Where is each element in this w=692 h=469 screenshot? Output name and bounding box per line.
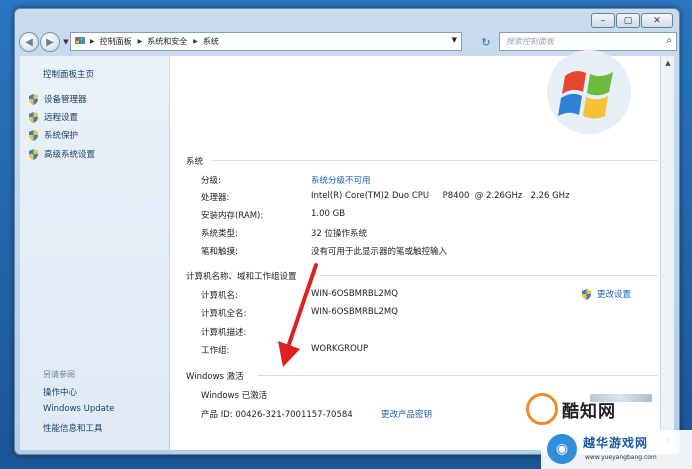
shield-icon [582, 288, 591, 300]
shield-icon [29, 148, 38, 160]
see-also-action-center[interactable]: 操作中心 [43, 386, 77, 398]
memory-value: 1.00 GB [311, 209, 346, 219]
scroll-up-icon[interactable]: ▲ [663, 59, 673, 69]
control-panel-icon [75, 36, 85, 47]
back-arrow-icon[interactable]: ◀ [19, 32, 39, 52]
breadcrumb-separator-icon: ▶ [137, 38, 143, 45]
watermark-badge-icon: ◉ [547, 434, 577, 464]
pen-touch-label: 笔和触摸: [201, 247, 238, 257]
sidebar-item-system-protection[interactable]: 系统保护 [28, 129, 78, 141]
shield-icon [29, 111, 38, 123]
full-computer-name-value: WIN-6OSBMRBL2MQ [311, 307, 398, 317]
computer-name-label: 计算机名: [201, 291, 238, 301]
breadcrumb-separator-icon: ▶ [193, 38, 198, 45]
change-product-key-link[interactable]: 更改产品密钥 [381, 408, 432, 420]
system-content-pane: 系统 分级: 系统分级不可用 处理器: Intel(R) Core(TM)2 D… [170, 50, 660, 450]
see-also-performance-tools[interactable]: 性能信息和工具 [43, 422, 103, 434]
breadcrumb-control-panel[interactable]: 控制面板 [100, 36, 132, 47]
forward-arrow-icon[interactable]: ▶ [40, 32, 60, 52]
breadcrumb-separator-icon: ▶ [90, 38, 95, 45]
rating-label: 分级: [201, 176, 221, 186]
shield-icon [29, 129, 38, 141]
divider [212, 160, 658, 161]
windows-logo-icon [547, 50, 631, 134]
memory-label: 安装内存(RAM): [201, 211, 264, 221]
caption-buttons: – ▢ ✕ [591, 13, 673, 28]
watermark-ring-icon [526, 393, 558, 425]
refresh-icon[interactable]: ↻ [477, 33, 495, 51]
minimize-button[interactable]: – [591, 13, 615, 28]
workgroup-label: 工作组: [201, 346, 230, 356]
control-panel-home-link[interactable]: 控制面板主页 [43, 68, 94, 80]
full-computer-name-label: 计算机全名: [201, 309, 247, 319]
divider [258, 375, 658, 376]
sidebar-item-remote-settings[interactable]: 远程设置 [28, 111, 78, 123]
shield-icon [29, 93, 38, 105]
computer-description-label: 计算机描述: [201, 328, 247, 338]
sidebar-item-label: 远程设置 [44, 113, 79, 123]
desktop: – ▢ ✕ ◀ ▶ ▼ ▶ 控制面板 ▶ 系统和安全 ▶ 系统 ▼ ↻ 搜索控制… [0, 0, 692, 469]
maximize-button[interactable]: ▢ [616, 13, 640, 28]
sidebar-item-device-manager[interactable]: 设备管理器 [28, 93, 87, 105]
sidebar-item-label: 设备管理器 [44, 95, 87, 105]
breadcrumb-system-security[interactable]: 系统和安全 [147, 36, 187, 47]
system-type-label: 系统类型: [201, 229, 238, 239]
processor-label: 处理器: [201, 193, 230, 203]
watermark-logo: 酷知网 [526, 393, 616, 425]
sidebar: 控制面板主页 设备管理器 远程设置 系统保护 高级系统设置 另请参阅 操作中心 … [20, 56, 169, 450]
change-settings-link[interactable]: 更改设置 [581, 288, 631, 300]
computer-name-value: WIN-6OSBMRBL2MQ [311, 289, 398, 299]
system-type-value: 32 位操作系统 [311, 229, 368, 239]
address-dropdown-icon[interactable]: ▼ [452, 36, 457, 44]
sidebar-item-label: 系统保护 [44, 131, 79, 141]
watermark-site-url: www.yueyangbang.com [585, 454, 657, 461]
watermark-brand-text: 酷知网 [562, 401, 616, 422]
see-also-windows-update[interactable]: Windows Update [43, 404, 114, 414]
activation-section-header: Windows 激活 [186, 372, 244, 382]
divider [320, 275, 658, 276]
pen-touch-value: 没有可用于此显示器的笔或触控输入 [311, 247, 448, 257]
sidebar-item-label: 高级系统设置 [44, 150, 96, 160]
change-settings-label: 更改设置 [597, 290, 632, 300]
watermark-site: ◉ 越华游戏网 www.yueyangbang.com [541, 430, 692, 469]
system-section-header: 系统 [186, 157, 204, 167]
red-arrow-annotation [278, 263, 318, 367]
breadcrumb-system[interactable]: 系统 [203, 36, 219, 47]
activation-status: Windows 已激活 [201, 391, 268, 401]
vertical-scrollbar[interactable]: ▲ ▼ [660, 56, 674, 450]
address-bar[interactable]: ▶ 控制面板 ▶ 系统和安全 ▶ 系统 ▼ [70, 32, 462, 51]
product-id: 产品 ID: 00426-321-7001157-70584 [201, 410, 353, 420]
see-also-header: 另请参阅 [43, 370, 75, 379]
watermark-site-name: 越华游戏网 [583, 436, 649, 450]
close-button[interactable]: ✕ [641, 13, 673, 28]
sidebar-item-advanced-settings[interactable]: 高级系统设置 [28, 148, 95, 160]
search-icon[interactable]: ⌕ [666, 35, 672, 46]
processor-value: Intel(R) Core(TM)2 Duo CPU P8400 @ 2.26G… [311, 191, 570, 201]
rating-link[interactable]: 系统分级不可用 [311, 174, 371, 186]
system-window: – ▢ ✕ ◀ ▶ ▼ ▶ 控制面板 ▶ 系统和安全 ▶ 系统 ▼ ↻ 搜索控制… [14, 8, 680, 455]
